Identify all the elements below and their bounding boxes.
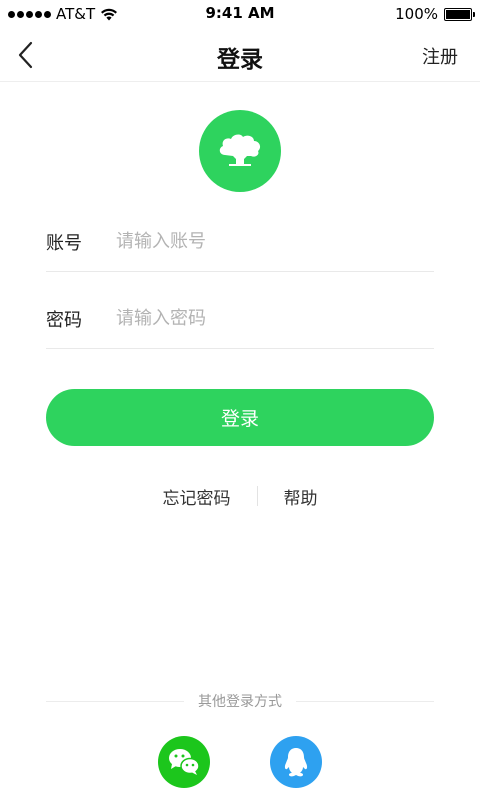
divider-left	[46, 700, 184, 702]
help-link[interactable]: 帮助	[258, 484, 344, 509]
other-login-title: 其他登录方式	[198, 694, 282, 710]
battery-percent: 100%	[395, 5, 438, 23]
battery-icon	[444, 7, 475, 21]
status-bar: AT&T 9:41 AM 100%	[0, 0, 480, 28]
password-label: 密码	[46, 309, 82, 331]
account-row: 账号	[46, 212, 434, 272]
auxiliary-links: 忘记密码 帮助	[0, 484, 480, 509]
tree-icon	[219, 134, 261, 166]
divider-right	[296, 700, 434, 702]
chevron-left-icon	[18, 41, 33, 69]
status-right: 100%	[395, 5, 475, 23]
qq-login-button[interactable]	[268, 736, 324, 788]
login-button[interactable]: 登录	[46, 389, 434, 446]
account-label: 账号	[46, 232, 82, 254]
page-title: 登录	[217, 47, 263, 73]
wechat-circle	[158, 736, 210, 788]
wechat-login-button[interactable]	[156, 736, 212, 788]
other-login-header: 其他登录方式	[46, 690, 434, 712]
account-input[interactable]	[116, 231, 434, 252]
qq-icon	[284, 748, 308, 777]
app-logo	[199, 110, 281, 192]
forgot-password-link[interactable]: 忘记密码	[137, 484, 257, 509]
qq-circle	[270, 736, 322, 788]
password-row: 密码	[46, 289, 434, 349]
wechat-icon	[169, 749, 200, 775]
back-button[interactable]	[14, 40, 42, 70]
password-input[interactable]	[116, 308, 434, 329]
nav-bar: 登录 注册	[0, 28, 480, 82]
register-button[interactable]: 注册	[422, 43, 458, 69]
